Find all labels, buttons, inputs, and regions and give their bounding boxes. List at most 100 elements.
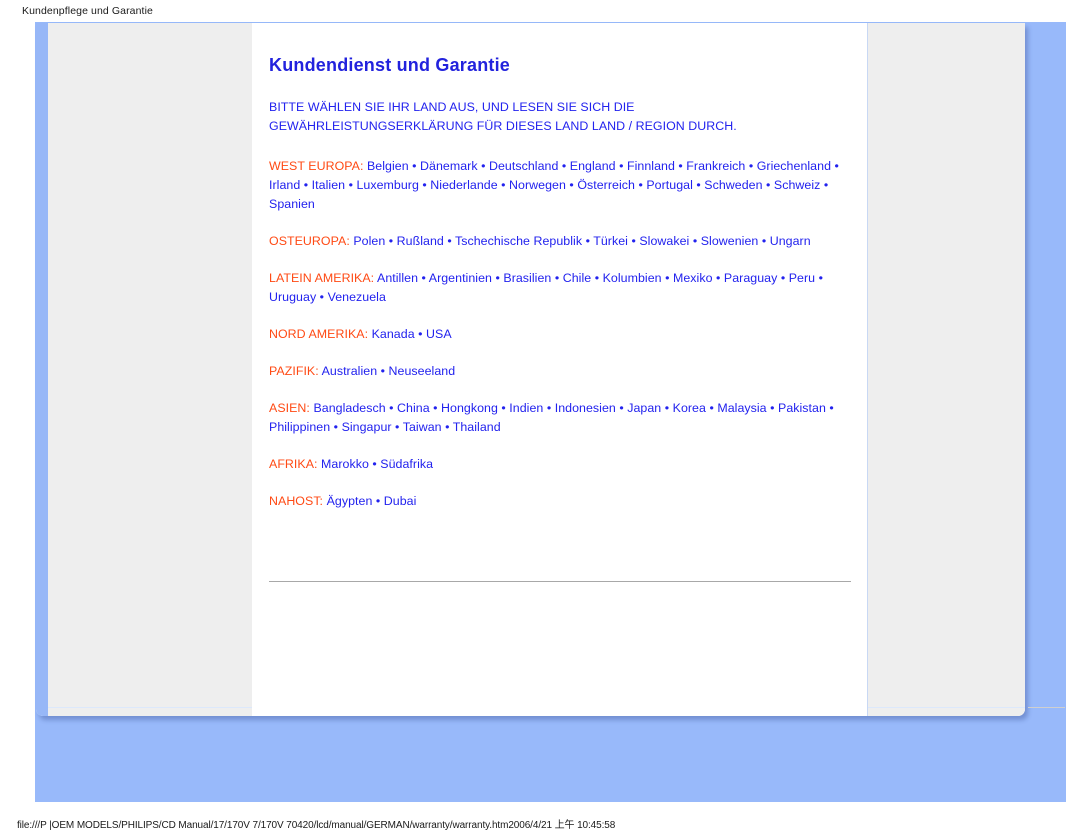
country-link[interactable]: Kanada (372, 327, 415, 341)
country-link[interactable]: Tschechische Republik (455, 234, 582, 248)
region-label: NORD AMERIKA: (269, 327, 369, 341)
country-link[interactable]: Korea (673, 401, 706, 415)
country-link[interactable]: Chile (563, 271, 592, 285)
country-link[interactable]: Türkei (593, 234, 628, 248)
country-link[interactable]: Uruguay (269, 290, 316, 304)
bullet-separator-icon: • (418, 178, 431, 192)
country-link[interactable]: Griechenland (757, 159, 831, 173)
country-link[interactable]: Irland (269, 178, 300, 192)
region-block: LATEIN AMERIKA: Antillen • Argentinien •… (269, 269, 855, 307)
country-link[interactable]: Österreich (577, 178, 635, 192)
bullet-separator-icon: • (377, 364, 389, 378)
country-link[interactable]: Neuseeland (389, 364, 456, 378)
country-link[interactable]: Schweden (704, 178, 762, 192)
bullet-separator-icon: • (497, 401, 510, 415)
bullet-separator-icon: • (345, 178, 357, 192)
country-link[interactable]: Niederlande (430, 178, 497, 192)
bullet-separator-icon: • (316, 290, 328, 304)
country-link[interactable]: Marokko (321, 457, 369, 471)
country-link[interactable]: Paraguay (724, 271, 777, 285)
region-block: PAZIFIK: Australien • Neuseeland (269, 362, 855, 381)
bullet-separator-icon: • (674, 159, 687, 173)
bullet-separator-icon: • (661, 401, 673, 415)
country-link[interactable]: Pakistan (778, 401, 826, 415)
bullet-separator-icon: • (441, 420, 453, 434)
country-link[interactable]: Brasilien (503, 271, 551, 285)
bullet-separator-icon: • (634, 178, 647, 192)
country-link[interactable]: Antillen (377, 271, 418, 285)
country-link[interactable]: Ungarn (770, 234, 811, 248)
country-link[interactable]: England (570, 159, 616, 173)
country-link[interactable]: Peru (789, 271, 815, 285)
country-link[interactable]: Hongkong (441, 401, 498, 415)
country-link[interactable]: Philippinen (269, 420, 330, 434)
bullet-separator-icon: • (758, 234, 770, 248)
country-link[interactable]: Mexiko (673, 271, 713, 285)
country-link[interactable]: Portugal (646, 178, 693, 192)
bullet-separator-icon: • (330, 420, 342, 434)
country-link[interactable]: Luxemburg (356, 178, 418, 192)
country-link[interactable]: Argentinien (429, 271, 492, 285)
bullet-separator-icon: • (429, 401, 442, 415)
country-link[interactable]: Australien (322, 364, 378, 378)
right-gutter-hairline (868, 707, 1025, 708)
content-divider (269, 581, 851, 582)
country-link[interactable]: Venezuela (328, 290, 386, 304)
country-link[interactable]: Belgien (367, 159, 409, 173)
country-link[interactable]: Bangladesch (313, 401, 385, 415)
bullet-separator-icon: • (368, 457, 381, 471)
country-link[interactable]: Südafrika (380, 457, 433, 471)
country-link[interactable]: Schweiz (774, 178, 821, 192)
region-label: ASIEN: (269, 401, 310, 415)
country-link[interactable]: Thailand (453, 420, 501, 434)
bullet-separator-icon: • (762, 178, 774, 192)
country-link[interactable]: Slowakei (639, 234, 689, 248)
intro-line-1: BITTE WÄHLEN SIE IHR LAND AUS, UND LESEN… (269, 100, 635, 114)
country-link[interactable]: Malaysia (717, 401, 766, 415)
country-link[interactable]: Dubai (384, 494, 417, 508)
bullet-separator-icon: • (777, 271, 789, 285)
bullet-separator-icon: • (627, 234, 640, 248)
country-link[interactable]: Japan (627, 401, 661, 415)
bullet-separator-icon: • (825, 401, 834, 415)
intro-paragraph: BITTE WÄHLEN SIE IHR LAND AUS, UND LESEN… (269, 98, 855, 135)
bullet-separator-icon: • (414, 327, 427, 341)
country-link[interactable]: Rußland (397, 234, 444, 248)
bullet-separator-icon: • (300, 178, 312, 192)
country-link[interactable]: Kolumbien (603, 271, 662, 285)
country-link[interactable]: Indien (509, 401, 543, 415)
browser-print-header: Kundenpflege und Garantie (22, 5, 153, 17)
country-link[interactable]: Spanien (269, 197, 315, 211)
bullet-separator-icon: • (492, 271, 504, 285)
country-link[interactable]: Ägypten (327, 494, 373, 508)
country-link[interactable]: China (397, 401, 430, 415)
country-link[interactable]: Polen (353, 234, 385, 248)
country-link[interactable]: Italien (312, 178, 345, 192)
left-navigation-gutter (48, 23, 252, 716)
bullet-separator-icon: • (497, 178, 510, 192)
country-link[interactable]: Singapur (342, 420, 392, 434)
left-accent-stripe (36, 23, 48, 716)
country-link[interactable]: Indonesien (555, 401, 616, 415)
region-label: OSTEUROPA: (269, 234, 350, 248)
region-block: WEST EUROPA: Belgien • Dänemark • Deutsc… (269, 157, 855, 214)
country-link[interactable]: Dänemark (420, 159, 478, 173)
country-link[interactable]: USA (426, 327, 452, 341)
country-link[interactable]: Slowenien (701, 234, 759, 248)
country-link[interactable]: Deutschland (489, 159, 558, 173)
region-label: AFRIKA: (269, 457, 318, 471)
regions-list: WEST EUROPA: Belgien • Dänemark • Deutsc… (269, 157, 855, 511)
country-link[interactable]: Norwegen (509, 178, 566, 192)
left-gutter-hairline (48, 707, 252, 708)
bullet-separator-icon: • (385, 401, 398, 415)
country-link[interactable]: Frankreich (686, 159, 745, 173)
bullet-separator-icon: • (443, 234, 455, 248)
country-link[interactable]: Finnland (627, 159, 675, 173)
bullet-separator-icon: • (615, 401, 628, 415)
bullet-separator-icon: • (692, 178, 705, 192)
country-link[interactable]: Taiwan (403, 420, 442, 434)
region-label: LATEIN AMERIKA: (269, 271, 375, 285)
bullet-separator-icon: • (820, 178, 829, 192)
region-block: OSTEUROPA: Polen • Rußland • Tschechisch… (269, 232, 855, 251)
page-title: Kundendienst und Garantie (269, 55, 511, 75)
